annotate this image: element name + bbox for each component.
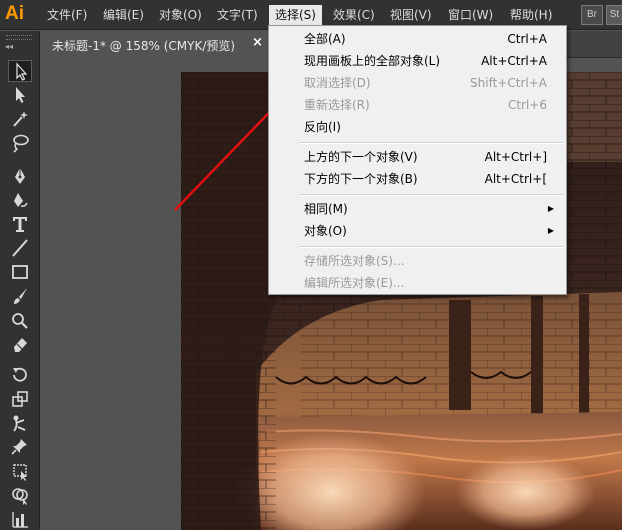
menu-item-same[interactable]: 相同(M) ▶ [270, 198, 565, 220]
menu-item-inverse[interactable]: 反向(I) [270, 116, 565, 138]
menu-select[interactable]: 选择(S) [269, 5, 322, 25]
pen-tool-icon[interactable] [8, 165, 32, 187]
magic-wand-tool-icon[interactable] [8, 108, 32, 130]
direct-selection-tool-icon[interactable] [8, 84, 32, 106]
menu-view[interactable]: 视图(V) [384, 5, 438, 25]
menu-window[interactable]: 窗口(W) [442, 5, 499, 25]
menu-item-deselect: 取消选择(D) Shift+Ctrl+A [304, 76, 547, 90]
selection-tool-icon[interactable] [8, 60, 32, 82]
menu-item-reselect: 重新选择(R) Ctrl+6 [304, 98, 547, 112]
submenu-arrow-icon: ▶ [547, 226, 554, 235]
menu-help[interactable]: 帮助(H) [504, 5, 558, 25]
eraser-tool-icon[interactable] [8, 333, 32, 355]
shaper-tool-icon[interactable] [8, 309, 32, 331]
menu-item-next-object-above[interactable]: 上方的下一个对象(V) Alt+Ctrl+] [270, 146, 565, 168]
document-tab[interactable]: 未标题-1* @ 158% (CMYK/预览) × [41, 31, 271, 58]
rectangle-tool-icon[interactable] [8, 261, 32, 283]
select-menu-dropdown: 全部(A) Ctrl+A 现用画板上的全部对象(L) Alt+Ctrl+A 取消… [268, 25, 567, 295]
menu-item-select-all[interactable]: 全部(A) Ctrl+A [270, 28, 565, 50]
menu-item-all-on-active-artboard[interactable]: 现用画板上的全部对象(L) Alt+Ctrl+A [270, 50, 565, 72]
menu-object[interactable]: 对象(O) [153, 5, 208, 25]
menu-separator [299, 246, 564, 248]
submenu-arrow-icon: ▶ [547, 204, 554, 213]
illustrator-logo: Ai [5, 3, 24, 24]
line-segment-tool-icon[interactable] [8, 237, 32, 259]
menu-type[interactable]: 文字(T) [211, 5, 264, 25]
lasso-tool-icon[interactable] [8, 132, 32, 154]
shape-builder-tool-icon[interactable] [8, 484, 32, 506]
menu-edit[interactable]: 编辑(E) [97, 5, 150, 25]
collapse-panel-icon[interactable]: ◂◂ [5, 43, 13, 51]
paintbrush-tool-icon[interactable] [8, 285, 32, 307]
panel-grip[interactable] [6, 35, 32, 40]
rotate-tool-icon[interactable] [8, 364, 32, 386]
menu-item-object[interactable]: 对象(O) ▶ [270, 220, 565, 242]
puppet-warp-tool-icon[interactable] [8, 412, 32, 434]
menu-effect[interactable]: 效果(C) [327, 5, 381, 25]
menu-file[interactable]: 文件(F) [41, 5, 93, 25]
graph-tool-icon[interactable] [8, 508, 32, 530]
free-transform-tool-icon[interactable] [8, 460, 32, 482]
bridge-button[interactable]: Br [581, 5, 603, 25]
scale-tool-icon[interactable] [8, 388, 32, 410]
pin-tool-icon[interactable] [8, 436, 32, 458]
curvature-tool-icon[interactable] [8, 189, 32, 211]
document-tab-title: 未标题-1* @ 158% (CMYK/预览) [52, 39, 236, 53]
tools-panel: ◂◂ [0, 31, 40, 530]
menu-item-edit-selection: 编辑所选对象(E)... [304, 276, 405, 290]
menu-separator [299, 142, 564, 144]
menu-item-next-object-below[interactable]: 下方的下一个对象(B) Alt+Ctrl+[ [270, 168, 565, 190]
menu-item-save-selection: 存储所选对象(S)... [304, 254, 405, 268]
stock-button[interactable]: St [606, 5, 622, 25]
close-icon[interactable]: × [252, 35, 263, 50]
type-tool-icon[interactable] [8, 213, 32, 235]
menu-separator [299, 194, 564, 196]
